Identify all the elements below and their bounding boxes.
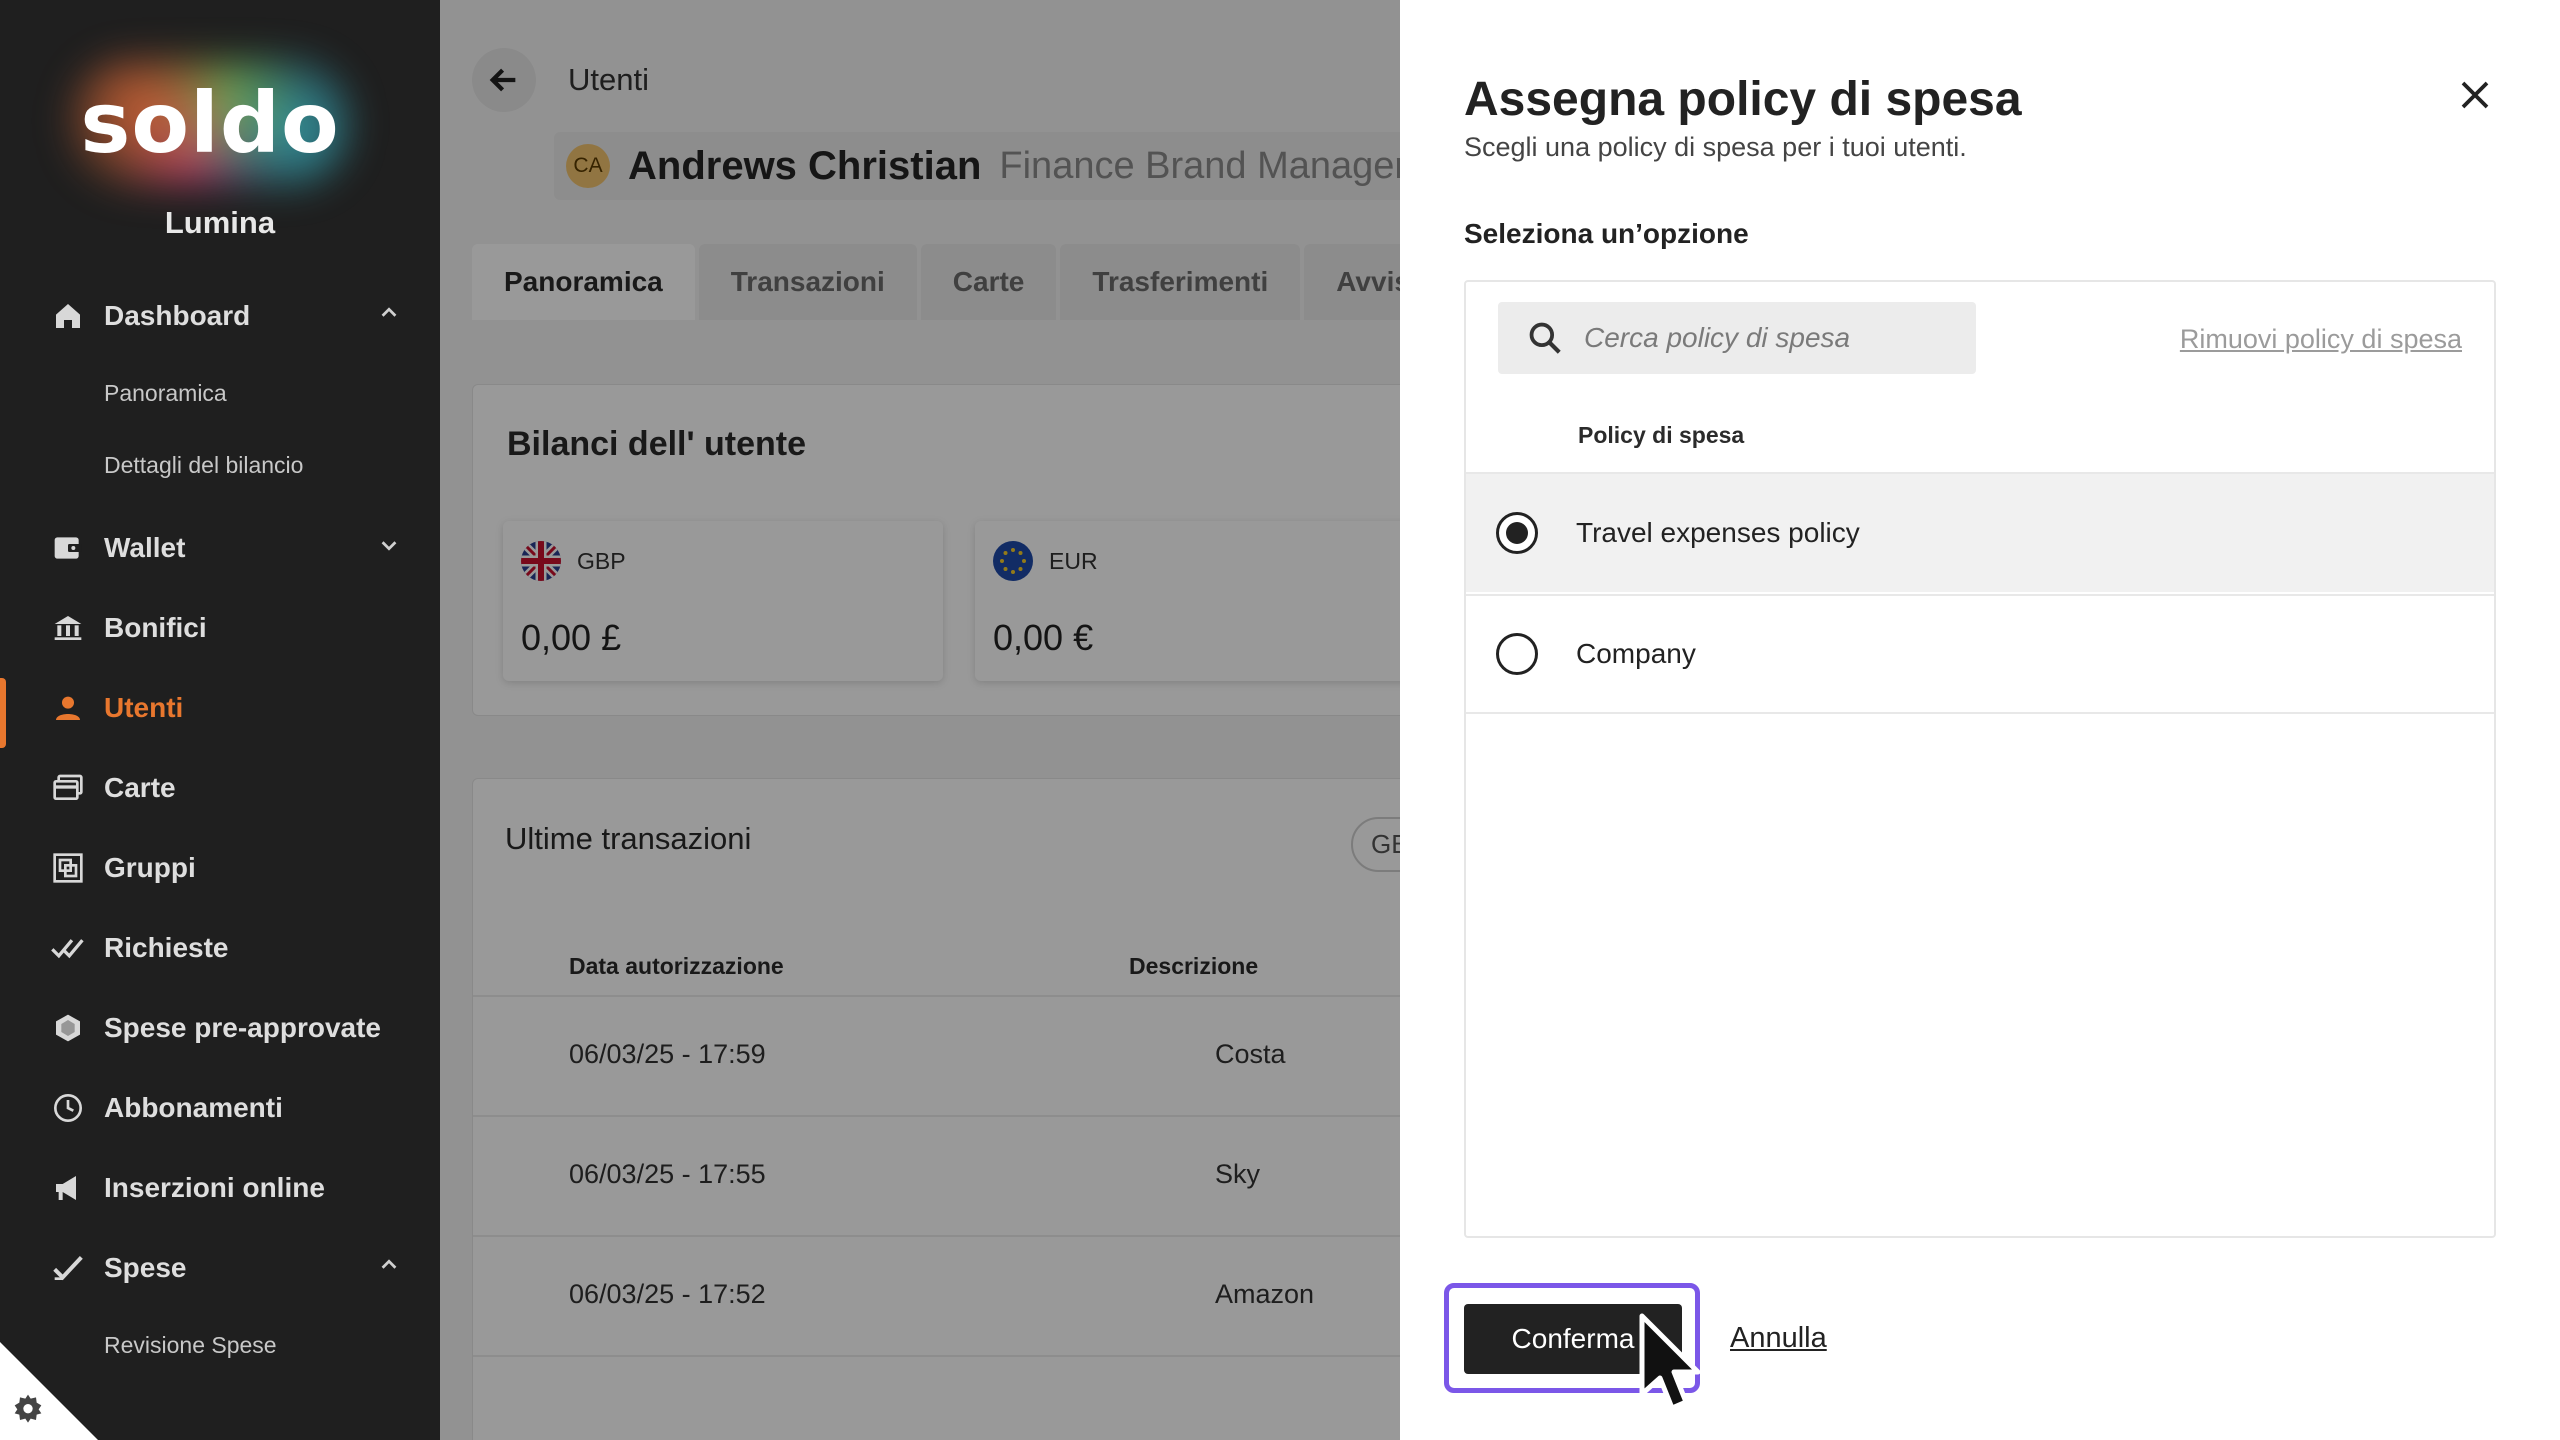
search-box[interactable] <box>1498 302 1976 374</box>
sidebar-item-spese[interactable]: Spese <box>0 1240 440 1296</box>
cards-icon <box>50 770 86 806</box>
sidebar-item-wallet[interactable]: Wallet <box>0 520 440 576</box>
hexagon-icon <box>50 1010 86 1046</box>
bank-icon <box>50 610 86 646</box>
policy-option-label: Travel expenses policy <box>1576 517 1860 548</box>
main-content: Utenti CA Andrews Christian Finance Bran… <box>440 0 1400 1440</box>
company-name: Lumina <box>164 205 276 240</box>
megaphone-icon <box>50 1170 86 1206</box>
sidebar-item-label: Utenti <box>104 692 184 723</box>
close-icon <box>2461 81 2489 109</box>
sidebar-subitem-revisione-spese[interactable]: Revisione Spese <box>104 1332 277 1359</box>
remove-policy-link[interactable]: Rimuovi policy di spesa <box>2180 324 2462 355</box>
soldo-logo[interactable]: soldo <box>60 48 360 198</box>
search-input[interactable] <box>1584 322 1964 354</box>
sidebar-subitem-panoramica[interactable]: Panoramica <box>104 380 227 407</box>
chevron-up-icon <box>378 1254 400 1282</box>
sidebar-item-inserzioni-online[interactable]: Inserzioni online <box>0 1160 440 1216</box>
sidebar-item-richieste[interactable]: Richieste <box>0 920 440 976</box>
requests-icon <box>50 930 86 966</box>
assign-policy-drawer: Assegna policy di spesa Scegli una polic… <box>1400 0 2560 1440</box>
sidebar-item-label: Richieste <box>104 932 229 963</box>
chevron-up-icon <box>378 302 400 330</box>
logo-text: soldo <box>80 74 340 172</box>
sidebar-item-label: Carte <box>104 772 176 803</box>
sidebar-item-label: Inserzioni online <box>104 1172 325 1203</box>
search-icon <box>1529 322 1561 354</box>
sidebar-item-label: Spese pre-approvate <box>104 1012 381 1043</box>
drawer-title: Assegna policy di spesa <box>1464 73 2022 126</box>
sidebar-item-label: Dashboard <box>104 300 251 331</box>
mouse-cursor-icon <box>1639 1313 1701 1411</box>
sidebar-subitem-dettagli-bilancio[interactable]: Dettagli del bilancio <box>104 452 303 479</box>
cancel-link[interactable]: Annulla <box>1730 1322 1827 1355</box>
sidebar-item-dashboard[interactable]: Dashboard <box>0 288 440 344</box>
sidebar-item-gruppi[interactable]: Gruppi <box>0 840 440 896</box>
gear-icon[interactable] <box>12 1392 48 1428</box>
sidebar-item-carte[interactable]: Carte <box>0 760 440 816</box>
modal-overlay[interactable] <box>440 0 1400 1440</box>
radio-unselected[interactable] <box>1496 633 1538 675</box>
drawer-subtitle: Scegli una policy di spesa per i tuoi ut… <box>1464 132 1967 162</box>
radio-selected[interactable] <box>1496 512 1538 554</box>
user-icon <box>50 690 86 726</box>
sidebar-item-label: Spese <box>104 1252 187 1283</box>
home-icon <box>50 298 86 334</box>
policy-list-panel: Rimuovi policy di spesa Policy di spesa … <box>1464 280 2496 1238</box>
sidebar: soldo Lumina Dashboard Panoramica Dettag… <box>0 0 440 1440</box>
sidebar-item-label: Abbonamenti <box>104 1092 283 1123</box>
sidebar-item-label: Wallet <box>104 532 186 563</box>
sidebar-item-bonifici[interactable]: Bonifici <box>0 600 440 656</box>
policy-option-travel[interactable]: Travel expenses policy <box>1466 472 2494 592</box>
groups-icon <box>50 850 86 886</box>
clock-icon <box>50 1090 86 1126</box>
check-icon <box>50 1250 86 1286</box>
wallet-icon <box>50 530 86 566</box>
sidebar-item-utenti[interactable]: Utenti <box>0 680 440 736</box>
sidebar-item-label: Bonifici <box>104 612 207 643</box>
sidebar-item-label: Gruppi <box>104 852 196 883</box>
chevron-down-icon <box>378 534 400 562</box>
close-button[interactable] <box>2450 70 2500 120</box>
policy-option-label: Company <box>1576 638 1696 669</box>
sidebar-item-abbonamenti[interactable]: Abbonamenti <box>0 1080 440 1136</box>
section-label: Seleziona un’opzione <box>1464 218 1749 249</box>
column-header-policy: Policy di spesa <box>1578 422 1745 448</box>
sidebar-item-spese-pre-approvate[interactable]: Spese pre-approvate <box>0 1000 440 1056</box>
policy-option-company[interactable]: Company <box>1466 594 2494 714</box>
radio-dot <box>1506 522 1528 544</box>
